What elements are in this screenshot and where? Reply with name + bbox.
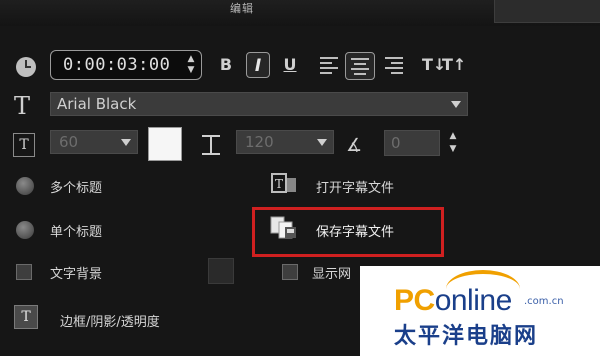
duration-input[interactable]: 0:00:03:00 ▲ ▼ (50, 50, 202, 80)
open-subtitle-icon[interactable]: T (270, 172, 298, 196)
title-bar: 编辑 (0, 0, 600, 26)
bold-button[interactable]: B (218, 55, 234, 77)
border-shadow-icon[interactable]: T (14, 305, 38, 329)
font-size-icon: T (13, 133, 35, 157)
single-title-label: 单个标题 (50, 225, 103, 240)
line-spacing-select[interactable]: 120 (236, 130, 334, 154)
angle-value: 0 (391, 134, 401, 152)
font-icon: T (14, 92, 31, 120)
window-title: 编辑 (230, 2, 254, 15)
angle-icon: ∡ (346, 135, 363, 156)
clock-icon (16, 57, 36, 77)
single-title-radio[interactable] (16, 221, 34, 239)
show-grid-label: 显示网 (312, 267, 352, 282)
underline-button[interactable]: U (282, 55, 298, 77)
background-settings-icon[interactable] (208, 258, 234, 284)
angle-input[interactable]: 0 (384, 130, 440, 156)
align-center-icon (351, 58, 369, 75)
font-select[interactable]: Arial Black (50, 92, 468, 116)
duration-value: 0:00:03:00 (63, 55, 171, 75)
align-right-icon[interactable] (385, 57, 403, 74)
show-grid-checkbox[interactable] (282, 264, 298, 280)
text-background-label: 文字背景 (50, 267, 103, 282)
font-size-select[interactable]: 60 (50, 130, 138, 154)
chevron-down-icon (121, 139, 131, 146)
align-center-button[interactable] (345, 52, 375, 80)
line-spacing-value: 120 (245, 133, 274, 151)
open-subtitle-label[interactable]: 打开字幕文件 (316, 177, 394, 196)
watermark-chinese: 太平洋电脑网 (394, 324, 539, 349)
text-direction-up-icon[interactable]: T↑ (442, 55, 466, 74)
font-size-value: 60 (59, 133, 79, 151)
italic-button[interactable]: I (246, 52, 270, 78)
watermark-brand: PConline (394, 284, 512, 317)
angle-spinner[interactable]: ▲ ▼ (446, 130, 460, 156)
chevron-down-icon (317, 139, 327, 146)
text-background-checkbox[interactable] (16, 264, 32, 280)
save-highlight-box (252, 207, 444, 257)
font-color-swatch[interactable] (148, 127, 182, 161)
align-left-icon[interactable] (320, 57, 338, 74)
multi-title-radio[interactable] (16, 177, 34, 195)
duration-spinner[interactable]: ▲ ▼ (185, 54, 197, 76)
svg-text:T: T (275, 177, 283, 191)
multi-title-label: 多个标题 (50, 181, 103, 196)
font-value: Arial Black (57, 95, 137, 113)
line-spacing-icon (200, 133, 222, 157)
watermark-domain: .com.cn (524, 296, 564, 307)
pconline-watermark: PConline .com.cn 太平洋电脑网 (360, 266, 600, 356)
border-shadow-label[interactable]: 边框/阴影/透明度 (60, 311, 160, 330)
title-bar-control[interactable] (494, 0, 600, 23)
chevron-down-icon (451, 101, 461, 108)
